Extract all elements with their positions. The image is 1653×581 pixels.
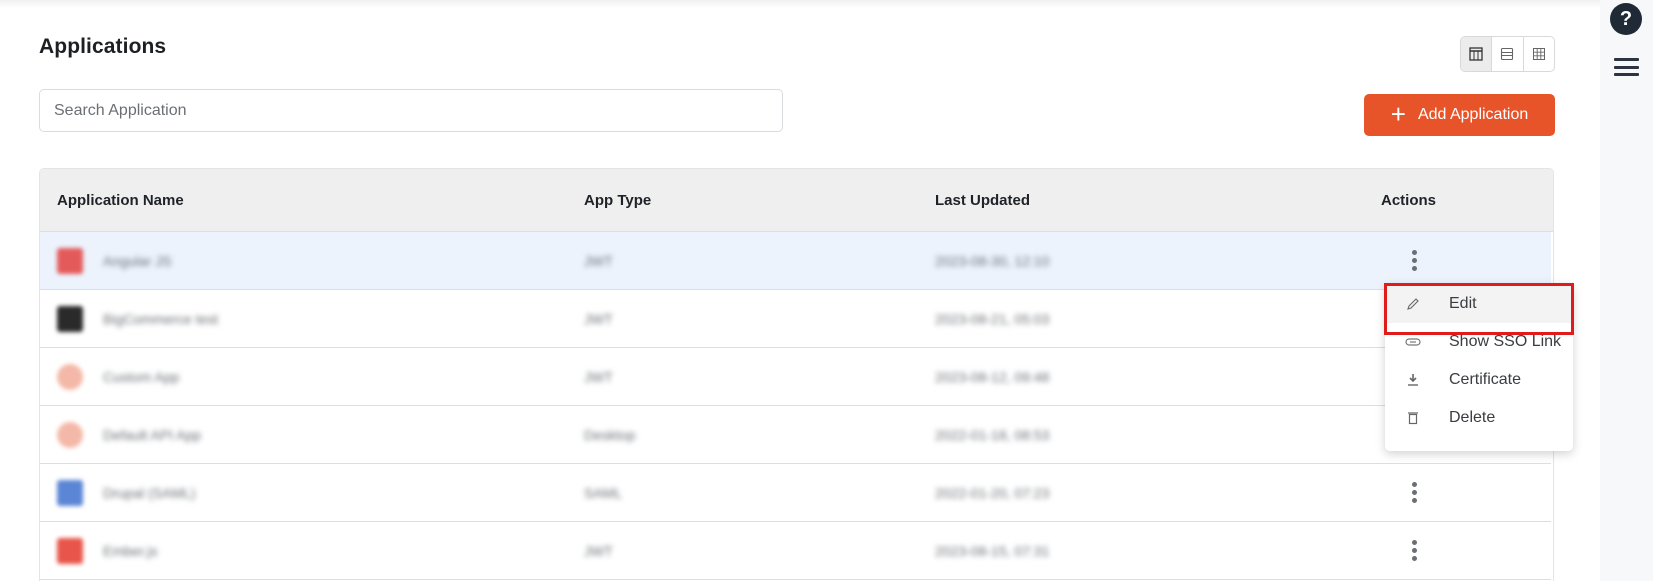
trash-icon: [1403, 411, 1423, 425]
menu-item-delete[interactable]: Delete: [1385, 399, 1573, 437]
app-name[interactable]: Custom App: [103, 369, 179, 385]
app-logo-icon: [57, 305, 83, 332]
app-type: JWT: [584, 368, 613, 385]
add-application-label: Add Application: [1417, 106, 1529, 123]
link-icon: [1403, 337, 1423, 347]
app-type: Desktop: [584, 426, 636, 443]
app-last-updated: 2022-01-20, 07:23: [935, 484, 1050, 501]
menu-item-label: Edit: [1449, 295, 1477, 312]
grid-view-button[interactable]: [1524, 37, 1554, 71]
app-type: SAML: [584, 484, 623, 501]
actions-menu: Edit Show SSO Link Certificate Delete: [1385, 283, 1573, 451]
table-header: Application Name App Type Last Updated A…: [40, 169, 1553, 232]
menu-item-label: Delete: [1449, 409, 1496, 426]
table-row[interactable]: Default API App Desktop 2022-01-18, 08:5…: [40, 406, 1551, 464]
app-name[interactable]: Ember.js: [103, 543, 157, 559]
help-icon: ?: [1619, 7, 1633, 30]
more-actions-icon[interactable]: [1404, 536, 1424, 566]
help-button[interactable]: ?: [1610, 3, 1642, 35]
app-logo-icon: [57, 247, 83, 274]
app-logo-icon: [57, 421, 83, 448]
table-row[interactable]: Drupal (SAML) SAML 2022-01-20, 07:23: [40, 464, 1551, 522]
right-sidebar: [1600, 0, 1653, 581]
table-row[interactable]: Custom App JWT 2023-08-12, 09:48: [40, 348, 1551, 406]
menu-item-certificate[interactable]: Certificate: [1385, 361, 1573, 399]
table-body: Angular JS JWT 2023-08-30, 12:10 BigComm…: [40, 232, 1553, 580]
app-type: JWT: [584, 252, 613, 269]
app-name[interactable]: Drupal (SAML): [103, 485, 196, 501]
table-view-icon: [1469, 47, 1483, 61]
view-toggle: [1460, 36, 1555, 72]
pencil-icon: [1403, 297, 1423, 311]
menu-item-label: Show SSO Link: [1449, 333, 1562, 350]
column-header-actions: Actions: [1381, 191, 1437, 209]
table-row[interactable]: BigCommerce test JWT 2023-08-21, 05:03: [40, 290, 1551, 348]
more-actions-icon[interactable]: [1404, 478, 1424, 508]
app-name[interactable]: BigCommerce test: [103, 311, 218, 327]
menu-item-show-sso-link[interactable]: Show SSO Link: [1385, 323, 1573, 361]
table-row[interactable]: Ember.js JWT 2023-08-15, 07:31: [40, 522, 1551, 580]
app-type: JWT: [584, 542, 613, 559]
list-view-button[interactable]: [1492, 37, 1524, 71]
app-logo-icon: [57, 537, 83, 564]
app-last-updated: 2022-01-18, 08:53: [935, 426, 1050, 443]
download-icon: [1403, 373, 1423, 387]
menu-item-edit[interactable]: Edit: [1385, 285, 1573, 323]
more-actions-icon[interactable]: [1404, 246, 1424, 276]
app-logo-icon: [57, 363, 83, 390]
add-application-button[interactable]: + Add Application: [1364, 94, 1555, 136]
grid-view-icon: [1532, 48, 1545, 60]
app-last-updated: 2023-08-12, 09:48: [935, 368, 1050, 385]
page-title: Applications: [39, 35, 167, 58]
app-name[interactable]: Default API App: [103, 427, 201, 443]
app-last-updated: 2023-08-30, 12:10: [935, 252, 1050, 269]
column-header-name[interactable]: Application Name: [57, 192, 184, 209]
list-view-icon: [1501, 47, 1514, 61]
column-header-type[interactable]: App Type: [584, 192, 651, 209]
table-row[interactable]: Angular JS JWT 2023-08-30, 12:10: [40, 232, 1551, 290]
plus-icon: +: [1390, 99, 1406, 129]
main-content: Applications Search Application + Add Ap…: [0, 0, 1600, 581]
app-last-updated: 2023-08-15, 07:31: [935, 542, 1050, 559]
search-input[interactable]: [40, 90, 782, 131]
menu-item-label: Certificate: [1449, 371, 1522, 388]
app-last-updated: 2023-08-21, 05:03: [935, 310, 1050, 327]
search-box[interactable]: [39, 89, 783, 132]
column-header-updated[interactable]: Last Updated: [935, 192, 1030, 209]
hamburger-menu-icon[interactable]: [1614, 58, 1639, 76]
app-logo-icon: [57, 479, 83, 506]
table-view-button[interactable]: [1461, 37, 1493, 71]
applications-table: Application Name App Type Last Updated A…: [39, 168, 1554, 581]
app-type: JWT: [584, 310, 613, 327]
app-name[interactable]: Angular JS: [103, 253, 171, 269]
